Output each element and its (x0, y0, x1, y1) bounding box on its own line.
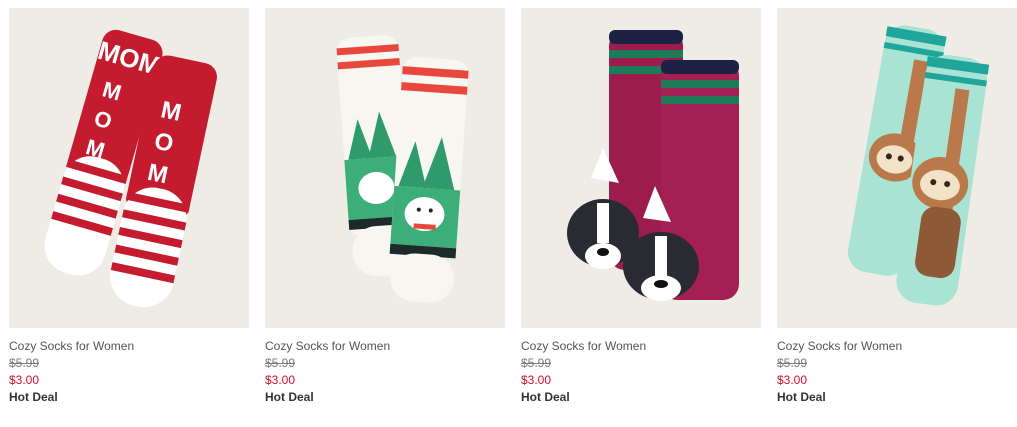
product-card[interactable]: Cozy Socks for Women $5.99 $3.00 Hot Dea… (265, 8, 505, 406)
product-info: Cozy Socks for Women $5.99 $3.00 Hot Dea… (265, 328, 505, 406)
product-card[interactable]: MOM M O M M O M Cozy Socks for Women $5.… (9, 8, 249, 406)
product-image[interactable] (521, 8, 761, 328)
product-image[interactable] (265, 8, 505, 328)
product-info: Cozy Socks for Women $5.99 $3.00 Hot Dea… (9, 328, 249, 406)
product-info: Cozy Socks for Women $5.99 $3.00 Hot Dea… (521, 328, 761, 406)
deal-badge: Hot Deal (777, 390, 826, 404)
original-price: $5.99 (777, 356, 808, 370)
product-image[interactable] (777, 8, 1017, 328)
product-info: Cozy Socks for Women $5.99 $3.00 Hot Dea… (777, 328, 1017, 406)
original-price: $5.99 (9, 356, 40, 370)
sale-price: $3.00 (265, 373, 296, 387)
deal-badge: Hot Deal (9, 390, 58, 404)
deal-badge: Hot Deal (265, 390, 314, 404)
product-image[interactable]: MOM M O M M O M (9, 8, 249, 328)
sale-price: $3.00 (777, 373, 808, 387)
dog-socks-image (521, 8, 761, 328)
original-price: $5.99 (265, 356, 296, 370)
product-name-link[interactable]: Cozy Socks for Women (521, 338, 761, 355)
deal-badge: Hot Deal (521, 390, 570, 404)
sale-price: $3.00 (521, 373, 552, 387)
mom-socks-image: MOM M O M M O M (9, 8, 249, 328)
product-card[interactable]: Cozy Socks for Women $5.99 $3.00 Hot Dea… (521, 8, 761, 406)
product-name-link[interactable]: Cozy Socks for Women (777, 338, 1017, 355)
original-price: $5.99 (521, 356, 552, 370)
product-name-link[interactable]: Cozy Socks for Women (9, 338, 249, 355)
product-grid: MOM M O M M O M Cozy Socks for Women $5.… (0, 0, 1017, 427)
product-card[interactable]: Cozy Socks for Women $5.99 $3.00 Hot Dea… (777, 8, 1017, 406)
sloth-socks-image (777, 8, 1017, 328)
sale-price: $3.00 (9, 373, 40, 387)
polar-bear-socks-image (265, 8, 505, 328)
product-name-link[interactable]: Cozy Socks for Women (265, 338, 505, 355)
